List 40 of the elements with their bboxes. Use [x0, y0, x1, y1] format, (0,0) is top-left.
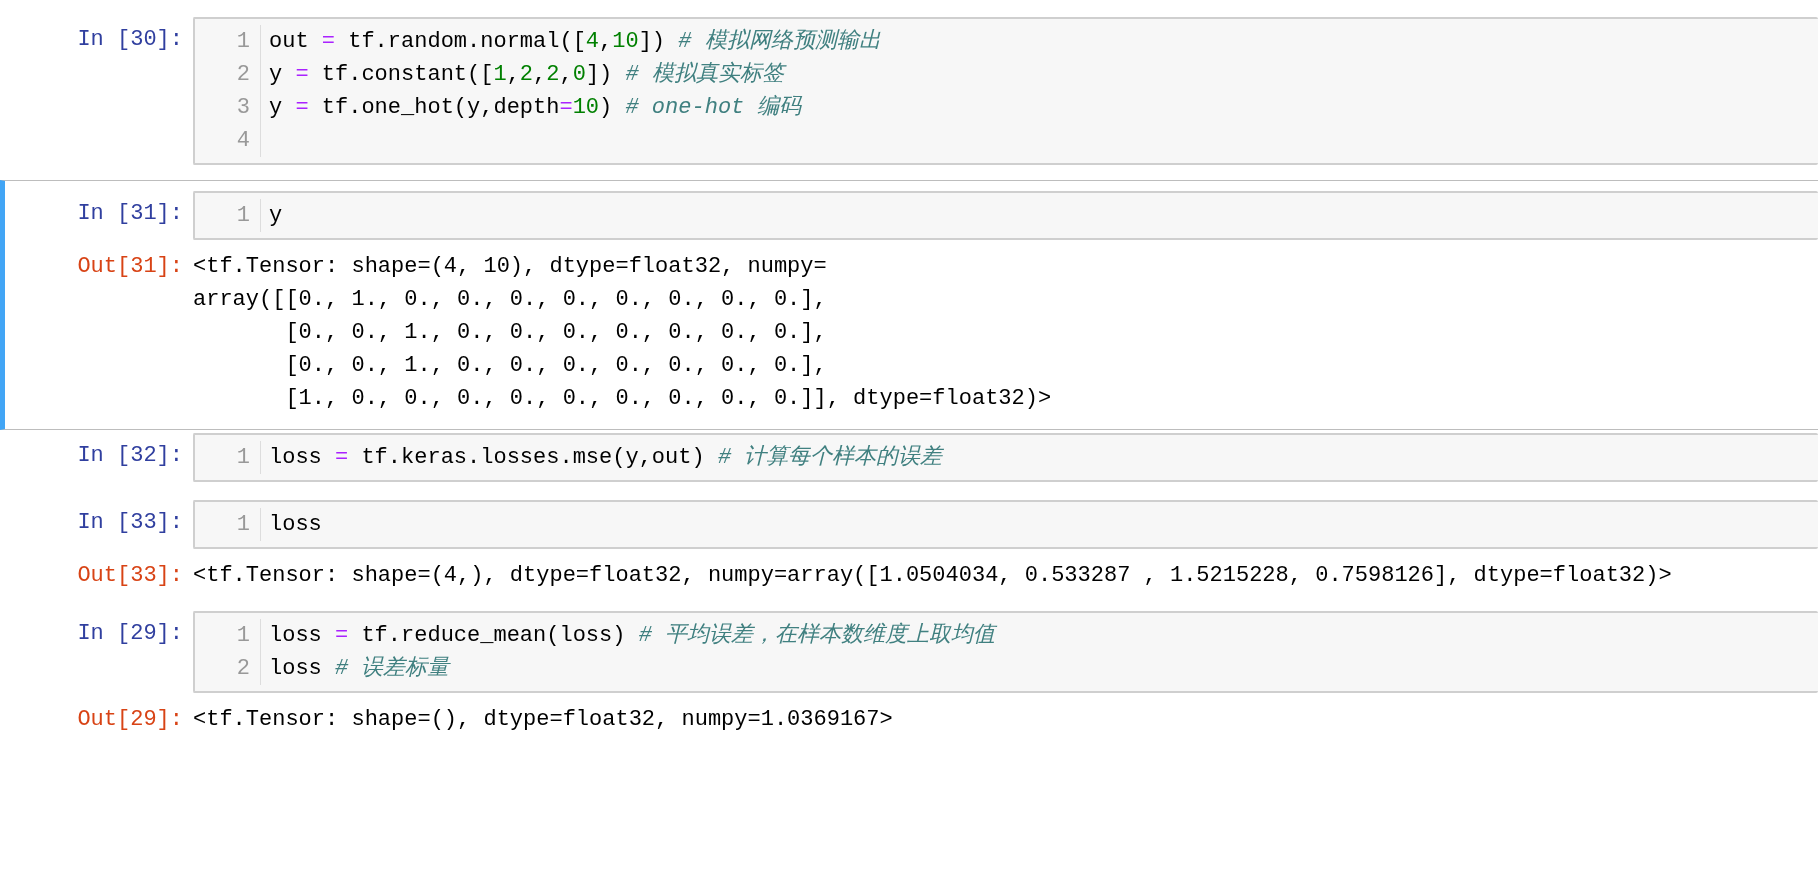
input-prompt: In [31]: [76, 200, 184, 228]
output-line: [0., 0., 1., 0., 0., 0., 0., 0., 0., 0.], [284, 320, 827, 345]
line-number: 2 [236, 61, 250, 89]
code-line: loss = tf.reduce_mean(loss) # 平均误差，在样本数维度上取均值 [269, 623, 996, 648]
selected-cell[interactable] [0, 180, 1818, 430]
code-line: loss [269, 512, 322, 537]
output-prompt: Out[33]: [76, 562, 184, 590]
line-number: 1 [236, 622, 250, 650]
line-number: 1 [236, 28, 250, 56]
input-prompt: In [29]: [76, 620, 184, 648]
output-line: [1., 0., 0., 0., 0., 0., 0., 0., 0., 0.]], dtype=float32)> [284, 386, 1052, 411]
code-line: loss = tf.keras.losses.mse(y,out) # 计算每个样本的误差 [269, 445, 943, 470]
code-editor[interactable]: 1 2 3 4 out = tf.random.normal([4,10]) # 模拟网络预测输出 y = tf.constant([1,2,2,0]) # 模拟真实标签 y = tf.one_hot(y,depth=10) # one-hot 编码 [193, 17, 1818, 165]
code-editor[interactable]: 1 2 loss = tf.reduce_mean(loss) # 平均误差，在样本数维度上取均值 loss # 误差标量 [193, 611, 1818, 693]
code-line: loss # 误差标量 [269, 656, 450, 681]
output-line: array([[0., 1., 0., 0., 0., 0., 0., 0., 0., 0.], [193, 287, 827, 312]
output-line: [0., 0., 1., 0., 0., 0., 0., 0., 0., 0.], [284, 353, 827, 378]
code-line: y = tf.one_hot(y,depth=10) # one-hot 编码 [269, 95, 802, 120]
output-prompt: Out[31]: [76, 253, 184, 281]
line-number: 1 [236, 202, 250, 230]
line-number: 3 [236, 94, 250, 122]
output-line: <tf.Tensor: shape=(4,), dtype=float32, numpy=array([1.0504034, 0.533287 , 1.5215228, 0.7598126], dtype=float32)> [193, 563, 1672, 588]
line-number: 2 [236, 655, 250, 683]
notebook-cell[interactable]: In [32]: 1 loss = tf.keras.losses.mse(y,out) # 计算每个样本的误差 [0, 430, 1818, 497]
input-prompt: In [32]: [76, 442, 184, 470]
line-number: 1 [236, 511, 250, 539]
output-line: <tf.Tensor: shape=(), dtype=float32, numpy=1.0369167> [193, 707, 893, 732]
line-number: 1 [236, 444, 250, 472]
code-editor[interactable]: 1 loss = tf.keras.losses.mse(y,out) # 计算每个样本的误差 [193, 433, 1818, 482]
code-line: out = tf.random.normal([4,10]) # 模拟网络预测输出 [269, 29, 881, 54]
output-line: <tf.Tensor: shape=(4, 10), dtype=float32, numpy= [193, 254, 827, 279]
code-editor[interactable]: 1 y [193, 191, 1818, 240]
code-editor[interactable]: 1 loss [193, 500, 1818, 549]
output-prompt: Out[29]: [76, 706, 184, 734]
notebook-cell[interactable]: In [30]: 1 2 3 4 out = tf.random.normal([4,10]) # 模拟网络预测输出 y = tf.constant([1,2,2,0]) # 模拟真实标签 y = tf.one_hot(y,depth=10) # one-hot 编码 [0, 14, 1818, 180]
input-prompt: In [30]: [76, 26, 184, 54]
code-line: y [269, 203, 283, 228]
input-prompt: In [33]: [76, 509, 184, 537]
notebook-cell[interactable]: In [29]: 1 2 loss = tf.reduce_mean(loss) # 平均误差，在样本数维度上取均值 loss # 误差标量 Out[29]: <tf.Tensor: shape=(), dtype=float32, numpy=1.0369167> [0, 608, 1818, 752]
line-number: 4 [236, 127, 250, 155]
